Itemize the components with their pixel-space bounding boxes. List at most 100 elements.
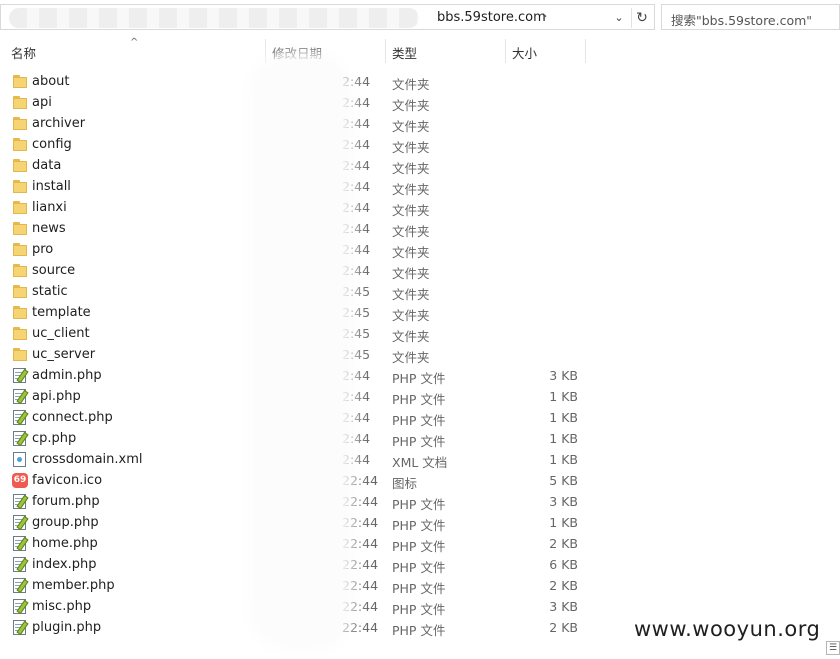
file-name[interactable]: cp.php: [32, 431, 76, 446]
file-date: 2:44: [342, 263, 371, 278]
file-name[interactable]: admin.php: [32, 368, 102, 383]
file-size: 1 KB: [549, 515, 578, 530]
file-type: 文件夹: [392, 203, 430, 218]
folder-icon: [12, 200, 28, 215]
file-type: PHP 文件: [392, 623, 446, 638]
file-name[interactable]: source: [32, 263, 75, 278]
php-file-icon: [12, 368, 29, 384]
php-file-icon: [12, 515, 29, 531]
column-modified[interactable]: 修改日期: [272, 43, 322, 62]
file-name[interactable]: static: [32, 284, 68, 299]
view-toggle-icon[interactable]: ☰: [826, 641, 840, 655]
file-type: 文件夹: [392, 308, 430, 323]
file-date: 2:44: [342, 116, 371, 131]
file-name[interactable]: about: [32, 74, 70, 89]
php-file-icon: [12, 536, 29, 552]
php-file-icon: [12, 599, 29, 615]
file-size: 2 KB: [549, 578, 578, 593]
folder-icon: [12, 179, 28, 194]
blurred-path-segment: [9, 8, 419, 28]
column-divider[interactable]: [505, 39, 506, 63]
file-date: 2:44: [342, 137, 371, 152]
file-name[interactable]: news: [32, 221, 66, 236]
folder-icon: [12, 158, 28, 173]
php-file-icon: [12, 494, 29, 510]
file-type: 文件夹: [392, 224, 430, 239]
ico-file-icon: 69: [12, 473, 28, 488]
file-name[interactable]: home.php: [32, 536, 98, 551]
file-name[interactable]: api: [32, 95, 52, 110]
file-type: 文件夹: [392, 119, 430, 134]
file-type: PHP 文件: [392, 413, 446, 428]
column-divider[interactable]: [585, 39, 586, 63]
php-file-icon: [12, 389, 29, 405]
file-type: 文件夹: [392, 77, 430, 92]
file-size: 3 KB: [549, 494, 578, 509]
search-input[interactable]: 搜索"bbs.59store.com": [661, 4, 840, 30]
file-name[interactable]: forum.php: [32, 494, 100, 509]
file-date: 2:45: [342, 305, 371, 320]
file-name[interactable]: archiver: [32, 116, 85, 131]
folder-icon: [12, 242, 28, 257]
file-date: 2:44: [342, 431, 371, 446]
folder-icon: [12, 137, 28, 152]
file-name[interactable]: plugin.php: [32, 620, 101, 635]
file-type: XML 文档: [392, 455, 448, 470]
file-type: 文件夹: [392, 350, 430, 365]
file-type: 文件夹: [392, 182, 430, 197]
file-name[interactable]: template: [32, 305, 91, 320]
file-name[interactable]: uc_server: [32, 347, 95, 362]
file-size: 5 KB: [549, 473, 578, 488]
php-file-icon: [12, 431, 29, 447]
file-name[interactable]: data: [32, 158, 61, 173]
file-type: 文件夹: [392, 161, 430, 176]
chevron-down-icon[interactable]: ⌄: [609, 9, 629, 27]
folder-icon: [12, 74, 28, 89]
file-type: 文件夹: [392, 329, 430, 344]
file-date: 22:44: [342, 536, 379, 551]
file-name[interactable]: install: [32, 179, 71, 194]
file-type: 文件夹: [392, 140, 430, 155]
php-file-icon: [12, 557, 29, 573]
file-name[interactable]: pro: [32, 242, 53, 257]
column-divider[interactable]: [385, 39, 386, 63]
file-name[interactable]: connect.php: [32, 410, 113, 425]
file-name[interactable]: config: [32, 137, 72, 152]
file-size: 3 KB: [549, 599, 578, 614]
column-size[interactable]: 大小: [512, 43, 537, 62]
column-name[interactable]: 名称: [11, 43, 36, 62]
folder-icon: [12, 95, 28, 110]
file-name[interactable]: favicon.ico: [32, 473, 102, 488]
address-path[interactable]: bbs.59store.com: [437, 10, 546, 25]
file-date: 2:44: [342, 389, 371, 404]
folder-icon: [12, 284, 28, 299]
file-name[interactable]: member.php: [32, 578, 115, 593]
file-type: PHP 文件: [392, 518, 446, 533]
file-type: PHP 文件: [392, 392, 446, 407]
refresh-icon[interactable]: ↻: [631, 8, 652, 28]
file-type: PHP 文件: [392, 539, 446, 554]
file-name[interactable]: index.php: [32, 557, 96, 572]
address-bar[interactable]: bbs.59store.com › ⌄ ↻: [0, 4, 655, 30]
folder-icon: [12, 326, 28, 341]
file-name[interactable]: lianxi: [32, 200, 67, 215]
column-type[interactable]: 类型: [392, 43, 417, 62]
folder-icon: [12, 116, 28, 131]
file-name[interactable]: misc.php: [32, 599, 91, 614]
chevron-right-icon[interactable]: ›: [542, 9, 547, 24]
file-type: 文件夹: [392, 245, 430, 260]
file-name[interactable]: crossdomain.xml: [32, 452, 143, 467]
watermark: www.wooyun.org: [634, 617, 821, 641]
redacted-date-area: [262, 64, 340, 639]
file-size: 6 KB: [549, 557, 578, 572]
file-name[interactable]: group.php: [32, 515, 99, 530]
file-size: 3 KB: [549, 368, 578, 383]
file-size: 1 KB: [549, 389, 578, 404]
file-name[interactable]: api.php: [32, 389, 81, 404]
column-divider[interactable]: [265, 39, 266, 63]
file-date: 2:45: [342, 326, 371, 341]
xml-file-icon: [12, 452, 28, 467]
folder-icon: [12, 221, 28, 236]
file-name[interactable]: uc_client: [32, 326, 90, 341]
file-type: 文件夹: [392, 266, 430, 281]
